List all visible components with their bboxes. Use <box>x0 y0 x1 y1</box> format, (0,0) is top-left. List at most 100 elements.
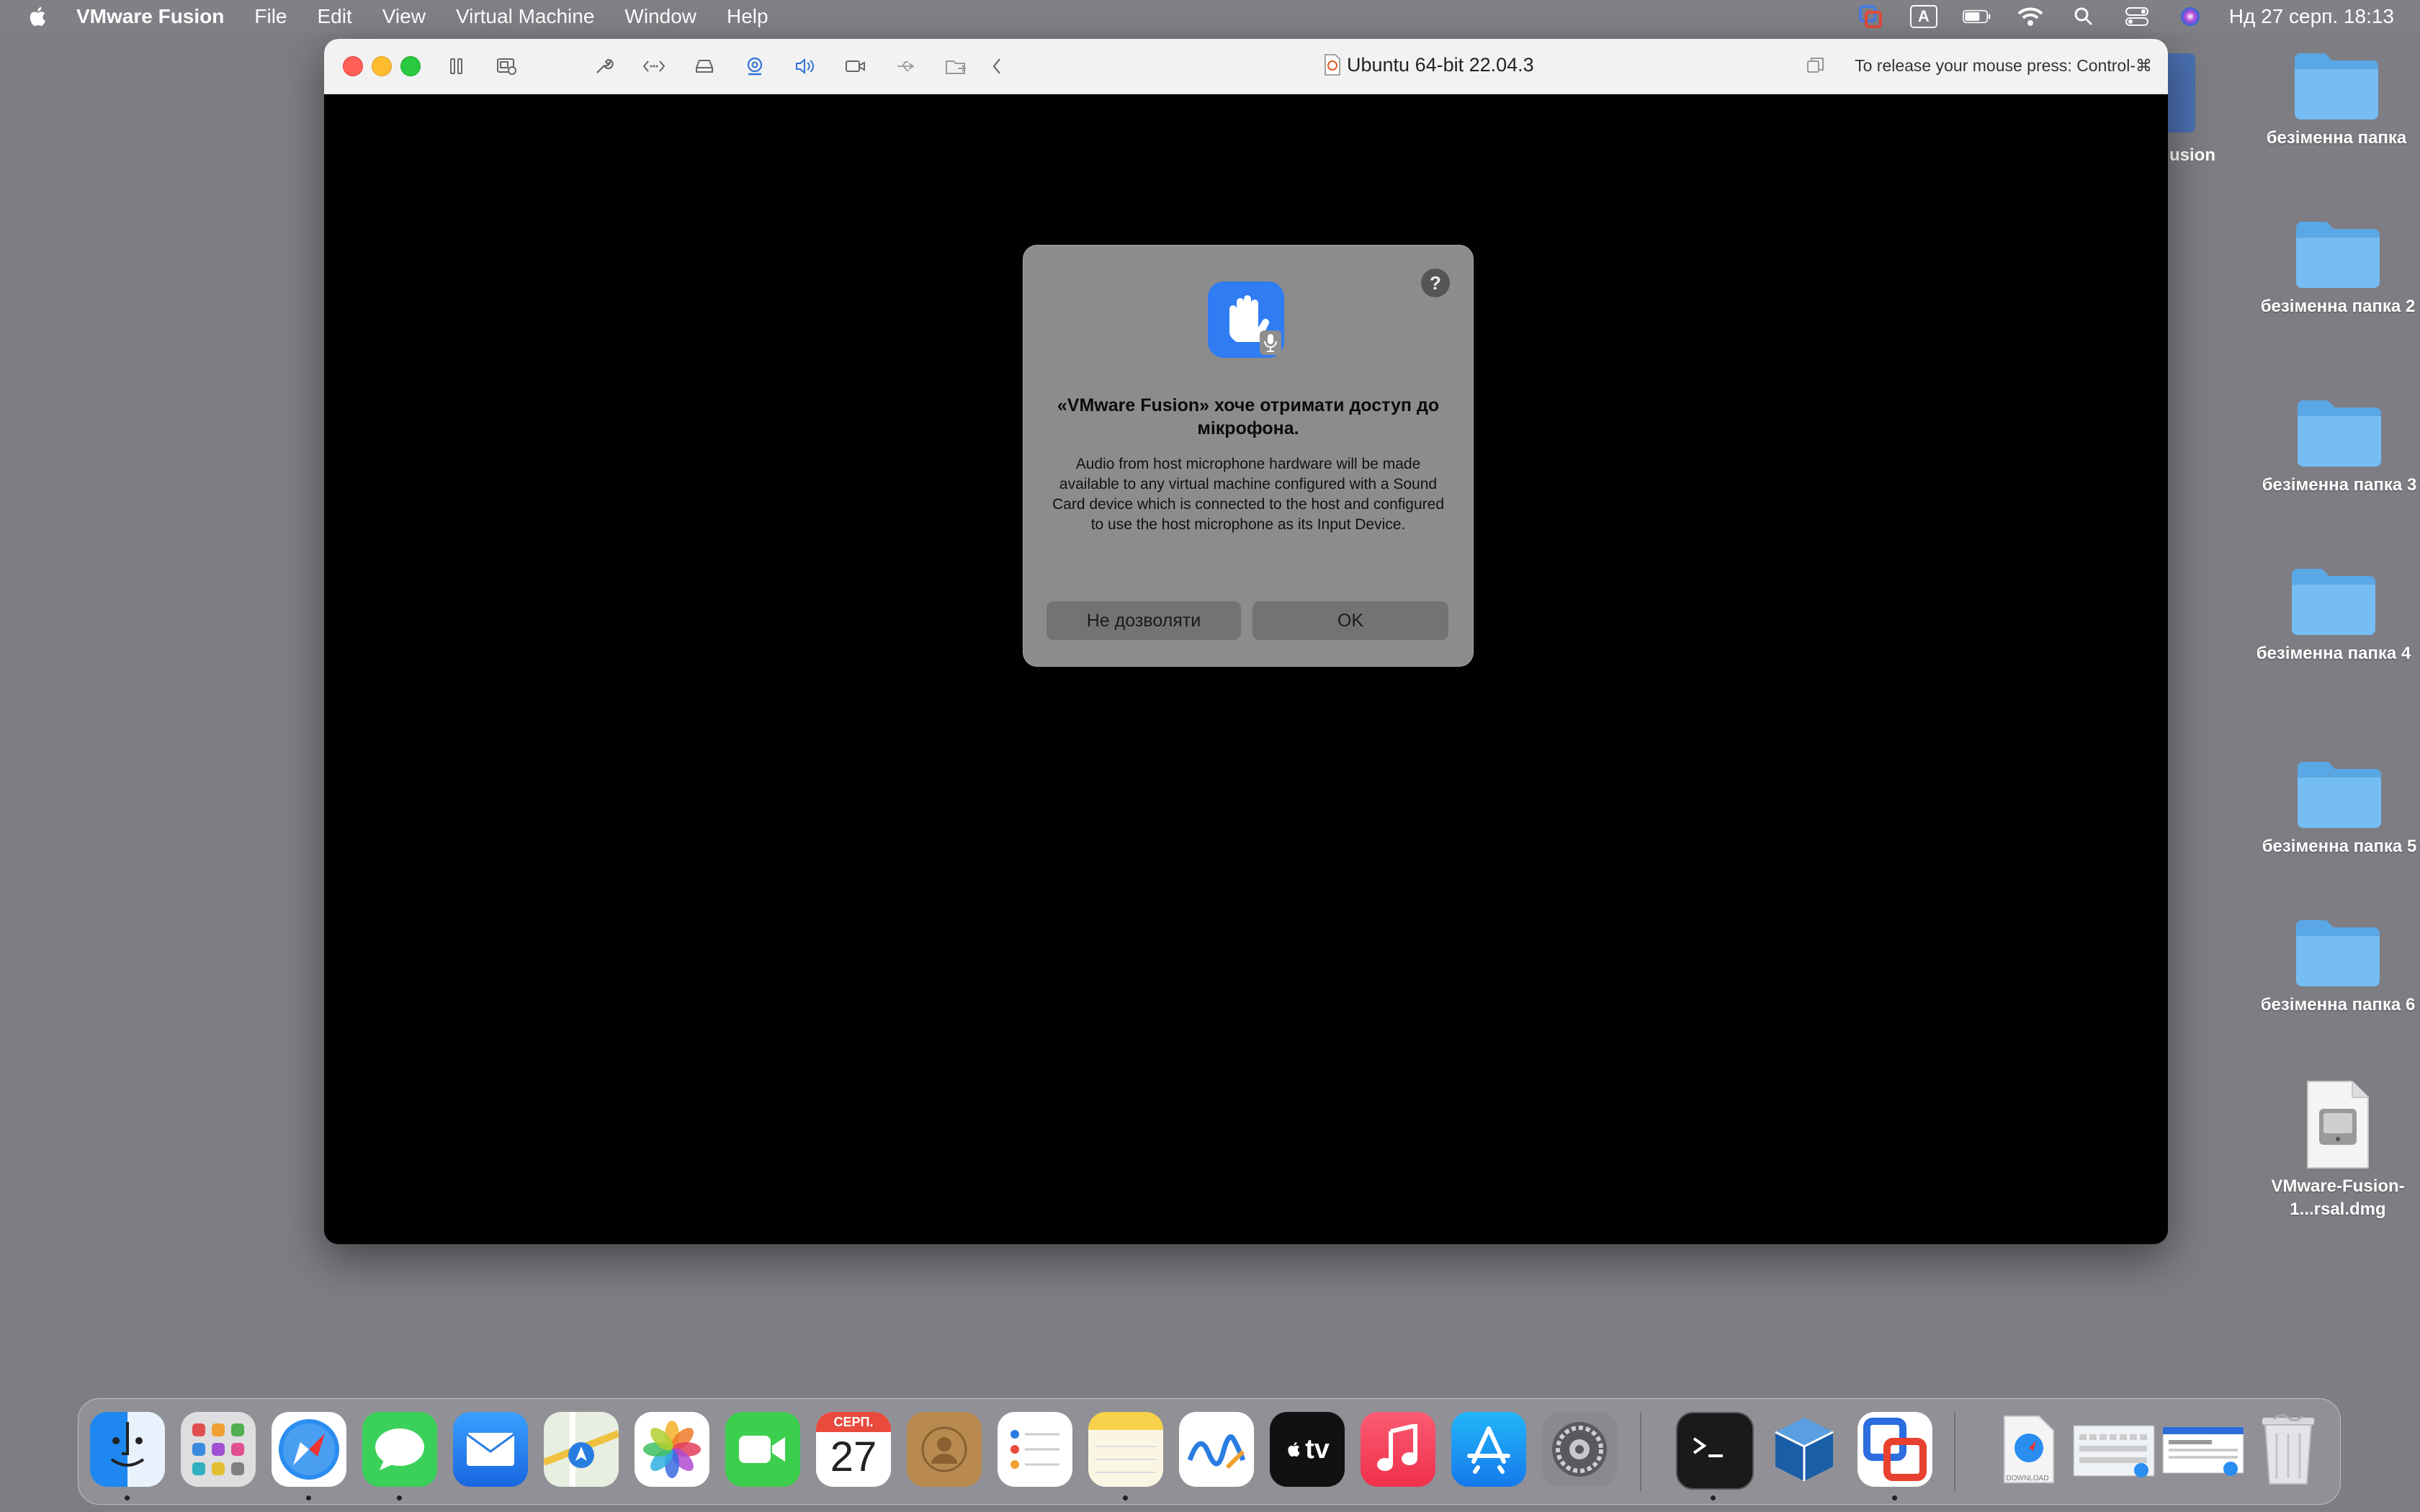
virtualbox-app-icon[interactable] <box>1767 1412 1842 1487</box>
vmware-status-icon[interactable] <box>1856 5 1885 28</box>
desktop-folder-5[interactable]: безіменна папка 5 <box>2260 759 2419 858</box>
maps-app-icon[interactable] <box>544 1412 619 1487</box>
disk-image-icon <box>2307 1081 2369 1169</box>
calendar-day: 27 <box>830 1434 877 1480</box>
folder-icon <box>2292 569 2375 635</box>
screenshot-thumbnail-1[interactable] <box>2071 1412 2157 1487</box>
control-center-icon[interactable] <box>2123 6 2151 27</box>
desktop-folder-6[interactable]: безіменна папка 6 <box>2259 917 2417 1017</box>
ok-button[interactable]: OK <box>1252 601 1448 640</box>
freeform-app-icon[interactable] <box>1179 1412 1254 1487</box>
vmware-running-dot <box>1892 1495 1897 1500</box>
photos-app-icon[interactable] <box>635 1412 709 1487</box>
vm-document-icon <box>1325 54 1340 76</box>
release-mouse-hint: To release your mouse press: Control-⌘ <box>1855 56 2152 75</box>
folder-icon <box>2295 53 2378 120</box>
usb-icon[interactable] <box>893 53 919 79</box>
deny-button[interactable]: Не дозволяти <box>1047 601 1241 640</box>
desktop-folder-2[interactable]: безіменна папка 2 <box>2259 219 2417 318</box>
calendar-month: СЕРП. <box>816 1412 891 1432</box>
safari-running-dot <box>306 1495 311 1500</box>
sound-icon[interactable] <box>792 53 818 79</box>
menu-bar: VMware Fusion File Edit View Virtual Mac… <box>0 0 2420 33</box>
desktop-folder-1-label: безіменна папка <box>2266 128 2407 148</box>
messages-app-icon[interactable] <box>362 1412 437 1487</box>
menu-edit[interactable]: Edit <box>318 5 352 28</box>
folder-icon <box>2298 762 2381 828</box>
finder-running-dot <box>125 1495 130 1500</box>
shared-folder-icon[interactable] <box>944 53 969 79</box>
menu-window[interactable]: Window <box>624 5 696 28</box>
menu-help[interactable]: Help <box>727 5 768 28</box>
zoom-button[interactable] <box>400 56 421 76</box>
folder-icon <box>2296 222 2380 288</box>
menu-virtual-machine[interactable]: Virtual Machine <box>456 5 594 28</box>
window-title-text: Ubuntu 64-bit 22.04.3 <box>1347 53 1534 76</box>
folder-icon <box>2296 920 2380 986</box>
settings-wrench-icon[interactable] <box>591 53 617 79</box>
finder-app-icon[interactable] <box>90 1412 165 1487</box>
desktop-folder-6-label: безіменна папка 6 <box>2260 995 2416 1014</box>
dock-separator <box>1954 1412 1955 1491</box>
mail-app-icon[interactable] <box>453 1412 528 1487</box>
notes-app-icon[interactable] <box>1088 1412 1163 1487</box>
snapshot-icon[interactable] <box>494 53 520 79</box>
dialog-title: «VMware Fusion» хоче отримати доступ до … <box>1057 395 1440 438</box>
vmware-fusion-app-icon[interactable] <box>1857 1412 1932 1487</box>
dialog-message: Audio from host microphone hardware will… <box>1052 456 1445 533</box>
music-app-icon[interactable] <box>1361 1412 1435 1487</box>
downloads-stack-icon[interactable]: DOWNLOAD <box>1990 1412 2065 1487</box>
wifi-icon[interactable] <box>2016 6 2045 27</box>
chevron-left-icon[interactable] <box>984 53 1010 79</box>
launchpad-app-icon[interactable] <box>181 1412 256 1487</box>
menu-file[interactable]: File <box>254 5 287 28</box>
desktop-dmg-file[interactable]: VMware-Fusion-1...rsal.dmg <box>2259 1080 2417 1221</box>
menubar-clock[interactable]: Нд 27 серп. 18:13 <box>2229 5 2394 28</box>
terminal-app-icon[interactable] <box>1676 1412 1754 1490</box>
safari-app-icon[interactable] <box>272 1412 346 1487</box>
notes-running-dot <box>1123 1495 1128 1500</box>
desktop-folder-4[interactable]: безіменна папка 4 <box>2254 566 2413 665</box>
screenshot-thumbnail-2[interactable] <box>2160 1412 2246 1487</box>
window-title: Ubuntu 64-bit 22.04.3 <box>1322 53 1534 76</box>
desktop-folder-1[interactable]: безіменна папка <box>2257 50 2416 150</box>
trash-icon[interactable] <box>2251 1412 2326 1487</box>
partial-drive-icon[interactable] <box>2168 53 2195 132</box>
help-button[interactable]: ? <box>1421 269 1450 297</box>
apple-tv-label: tv <box>1305 1434 1330 1464</box>
privacy-hand-icon <box>1208 282 1284 358</box>
fullscreen-icon[interactable] <box>1805 55 1827 76</box>
menu-app-name[interactable]: VMware Fusion <box>76 5 224 28</box>
terminal-running-dot <box>1711 1495 1716 1500</box>
apple-menu-icon[interactable] <box>26 4 50 29</box>
minimize-button[interactable] <box>372 56 392 76</box>
window-titlebar: Ubuntu 64-bit 22.04.3 To release your mo… <box>324 39 2168 94</box>
apple-tv-app-icon[interactable]: tv <box>1270 1412 1345 1487</box>
app-store-app-icon[interactable] <box>1451 1412 1526 1487</box>
calendar-app-icon[interactable]: СЕРП. 27 <box>816 1412 891 1487</box>
menu-view[interactable]: View <box>382 5 426 28</box>
downloads-label: DOWNLOAD <box>2006 1475 2049 1482</box>
desktop-folder-5-label: безіменна папка 5 <box>2262 837 2417 856</box>
dock-separator <box>1640 1412 1641 1491</box>
pause-icon[interactable] <box>444 53 470 79</box>
close-button[interactable] <box>343 56 363 76</box>
camera-icon[interactable] <box>843 53 869 79</box>
input-source-label: A <box>1909 5 1937 28</box>
desktop-folder-3-label: безіменна папка 3 <box>2262 475 2417 495</box>
hard-disk-icon[interactable] <box>691 53 717 79</box>
desktop-folder-4-label: безіменна папка 4 <box>2256 644 2411 663</box>
input-source-icon[interactable]: A <box>1909 5 1938 28</box>
spotlight-search-icon[interactable] <box>2069 6 2098 27</box>
system-settings-app-icon[interactable] <box>1542 1412 1617 1487</box>
facetime-app-icon[interactable] <box>725 1412 800 1487</box>
webcam-icon[interactable] <box>742 53 768 79</box>
battery-icon[interactable] <box>1962 6 1991 27</box>
desktop-folder-3[interactable]: безіменна папка 3 <box>2260 397 2419 497</box>
siri-icon[interactable] <box>2176 6 2205 27</box>
desktop-folder-2-label: безіменна папка 2 <box>2260 297 2416 316</box>
microphone-permission-dialog: ? «VMware Fusion» хоче отримати доступ д… <box>1023 245 1474 667</box>
reminders-app-icon[interactable] <box>998 1412 1072 1487</box>
contacts-app-icon[interactable] <box>907 1412 982 1487</box>
network-icon[interactable] <box>641 53 667 79</box>
